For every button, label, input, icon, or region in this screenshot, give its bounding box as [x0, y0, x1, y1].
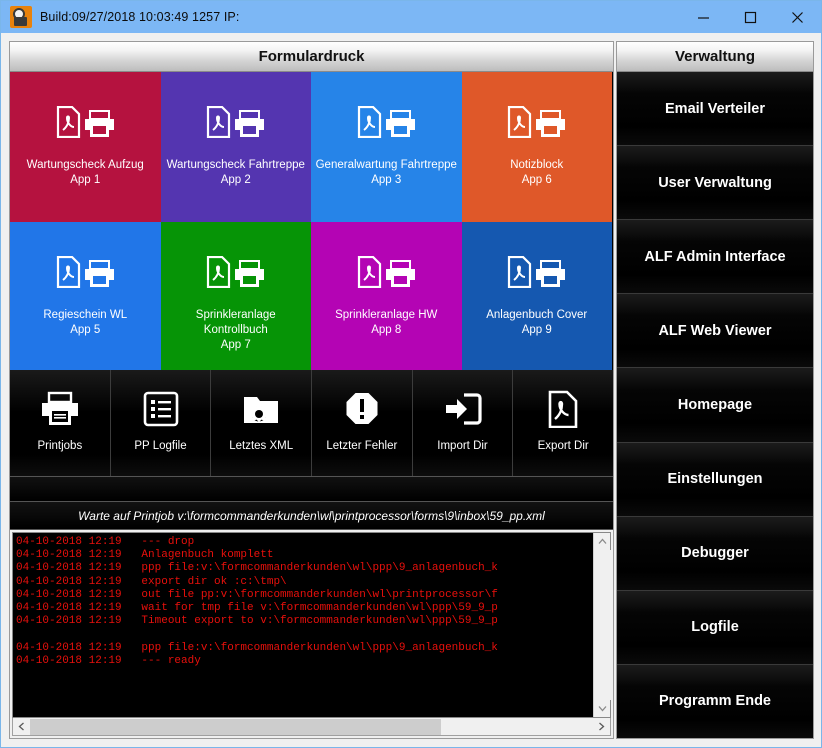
error-octagon-icon	[344, 384, 380, 434]
console-area: 04-10-2018 12:19 --- drop04-10-2018 12:1…	[10, 530, 613, 738]
toolbar-label: Import Dir	[437, 440, 487, 452]
window-title: Build:09/27/2018 10:03:49 1257 IP:	[40, 10, 239, 24]
log-line: 04-10-2018 12:19 Anlagenbuch komplett	[16, 549, 593, 562]
sidebar-item-user-verwaltung[interactable]: User Verwaltung	[617, 146, 813, 220]
log-line: 04-10-2018 12:19 out file pp:v:\formcomm…	[16, 589, 593, 602]
app-tile-label: NotizblockApp 6	[462, 158, 613, 188]
app-tile-5[interactable]: Regieschein WLApp 5	[10, 222, 161, 370]
log-line: 04-10-2018 12:19 ppp file:v:\formcommand…	[16, 562, 593, 575]
main-panel: Formulardruck Wartungscheck AufzugApp 1	[9, 41, 614, 739]
panel-divider-strip	[10, 476, 613, 502]
log-output[interactable]: 04-10-2018 12:19 --- drop04-10-2018 12:1…	[13, 533, 593, 717]
chevron-down-icon[interactable]	[594, 700, 611, 717]
app-tile-label: Generalwartung FahrtreppeApp 3	[311, 158, 462, 188]
toolbar-button-letzter-fehler[interactable]: Letzter Fehler	[312, 370, 413, 476]
sidebar-item-alf-admin-interface[interactable]: ALF Admin Interface	[617, 220, 813, 294]
app-tile-8[interactable]: Sprinkleranlage HWApp 8	[311, 222, 462, 370]
toolbar-button-import-dir[interactable]: Import Dir	[413, 370, 514, 476]
toolbar-label: Printjobs	[37, 440, 82, 452]
sidebar-title: Verwaltung	[617, 42, 813, 72]
pdf-print-icon	[206, 244, 265, 288]
app-tile-6[interactable]: NotizblockApp 6	[462, 72, 613, 222]
app-tile-2[interactable]: Wartungscheck FahrtreppeApp 2	[161, 72, 312, 222]
status-bar: Warte auf Printjob v:\formcommanderkunde…	[10, 502, 613, 530]
horizontal-scrollbar[interactable]	[12, 718, 611, 736]
sidebar-item-debugger[interactable]: Debugger	[617, 517, 813, 591]
app-tile-label: Wartungscheck AufzugApp 1	[10, 158, 161, 188]
maximize-button[interactable]	[727, 1, 774, 33]
minimize-button[interactable]	[680, 1, 727, 33]
sidebar-item-alf-web-viewer[interactable]: ALF Web Viewer	[617, 294, 813, 368]
sidebar-item-einstellungen[interactable]: Einstellungen	[617, 443, 813, 517]
app-tile-grid: Wartungscheck AufzugApp 1 Wartungscheck …	[10, 72, 613, 370]
log-line: 04-10-2018 12:19 ppp file:v:\formcommand…	[16, 642, 593, 655]
log-line: 04-10-2018 12:19 wait for tmp file v:\fo…	[16, 602, 593, 615]
toolbar-button-printjobs[interactable]: Printjobs	[10, 370, 111, 476]
app-tile-label: Sprinkleranlage KontrollbuchApp 7	[161, 308, 312, 353]
title-bar: Build:09/27/2018 10:03:49 1257 IP:	[1, 1, 821, 33]
app-tile-label: Anlagenbuch CoverApp 9	[462, 308, 613, 338]
log-line	[16, 628, 593, 641]
vertical-scroll-track[interactable]	[594, 550, 611, 700]
app-icon	[10, 6, 32, 28]
toolbar-label: Letzter Fehler	[326, 440, 397, 452]
app-tile-9[interactable]: Anlagenbuch CoverApp 9	[462, 222, 613, 370]
sidebar-item-email-verteiler[interactable]: Email Verteiler	[617, 72, 813, 146]
chevron-up-icon[interactable]	[594, 533, 611, 550]
admin-sidebar: Verwaltung Email Verteiler User Verwaltu…	[616, 41, 814, 739]
toolbar-button-pp-logfile[interactable]: PP Logfile	[111, 370, 212, 476]
close-button[interactable]	[774, 1, 821, 33]
action-toolbar: Printjobs PP Logfile Letztes XML	[10, 370, 613, 476]
chevron-right-icon[interactable]	[593, 719, 610, 735]
log-line: 04-10-2018 12:19 --- drop	[16, 536, 593, 549]
app-tile-1[interactable]: Wartungscheck AufzugApp 1	[10, 72, 161, 222]
horizontal-scroll-thumb[interactable]	[30, 719, 441, 735]
horizontal-scroll-track[interactable]	[30, 719, 593, 735]
log-line: 04-10-2018 12:19 --- ready	[16, 655, 593, 668]
toolbar-button-letztes-xml[interactable]: Letztes XML	[211, 370, 312, 476]
pdf-print-icon	[507, 94, 566, 138]
folder-gear-icon	[242, 384, 280, 434]
app-tile-7[interactable]: Sprinkleranlage KontrollbuchApp 7	[161, 222, 312, 370]
log-line: 04-10-2018 12:19 Timeout export to v:\fo…	[16, 615, 593, 628]
pdf-print-icon	[507, 244, 566, 288]
pdf-print-icon	[206, 94, 265, 138]
pdf-print-icon	[56, 94, 115, 138]
window-body: Formulardruck Wartungscheck AufzugApp 1	[1, 33, 821, 747]
app-tile-3[interactable]: Generalwartung FahrtreppeApp 3	[311, 72, 462, 222]
import-arrow-icon	[444, 384, 482, 434]
toolbar-label: Export Dir	[538, 440, 589, 452]
app-tile-label: Wartungscheck FahrtreppeApp 2	[161, 158, 312, 188]
toolbar-button-export-dir[interactable]: Export Dir	[513, 370, 613, 476]
chevron-left-icon[interactable]	[13, 719, 30, 735]
sidebar-item-homepage[interactable]: Homepage	[617, 368, 813, 442]
console-frame: 04-10-2018 12:19 --- drop04-10-2018 12:1…	[12, 532, 611, 718]
printer-icon	[40, 384, 80, 434]
pdf-print-icon	[357, 244, 416, 288]
app-tile-label: Regieschein WLApp 5	[10, 308, 161, 338]
pdf-print-icon	[56, 244, 115, 288]
page-title: Formulardruck	[10, 42, 613, 72]
app-tile-label: Sprinkleranlage HWApp 8	[311, 308, 462, 338]
pdf-print-icon	[357, 94, 416, 138]
toolbar-label: PP Logfile	[134, 440, 186, 452]
sidebar-item-programm-ende[interactable]: Programm Ende	[617, 665, 813, 738]
list-icon	[143, 384, 179, 434]
pdf-icon	[548, 384, 578, 434]
vertical-scrollbar[interactable]	[593, 533, 610, 717]
log-line: 04-10-2018 12:19 export dir ok :c:\tmp\	[16, 576, 593, 589]
application-window: Build:09/27/2018 10:03:49 1257 IP: Formu…	[0, 0, 822, 748]
toolbar-label: Letztes XML	[229, 440, 293, 452]
sidebar-item-logfile[interactable]: Logfile	[617, 591, 813, 665]
